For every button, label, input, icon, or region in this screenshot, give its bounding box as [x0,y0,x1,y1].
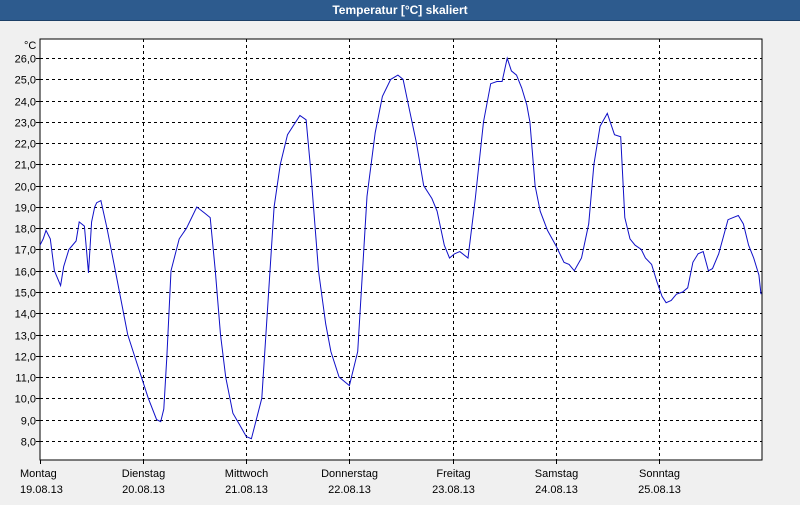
x-tick-day-label: Donnerstag [321,468,378,480]
y-tick-label: 17,0 [15,245,36,257]
x-tick-date-label: 19.08.13 [20,484,63,496]
y-axis-unit-label: °C [24,40,36,52]
y-tick-label: 15,0 [15,288,36,300]
x-tick-day-label: Dienstag [122,468,165,480]
x-tick-day-label: Montag [20,468,57,480]
y-tick-label: 13,0 [15,331,36,343]
chart-title-bar: Temperatur [°C] skaliert [0,0,800,21]
y-tick-label: 25,0 [15,75,36,87]
chart-area: 8,0 9,0 10,0 11,0 12,0 13,0 14,0 15,0 16,0 17,0 18… [0,21,800,500]
y-tick-label: 20,0 [15,182,36,194]
y-tick-label: 10,0 [15,394,36,406]
x-tick-day-label: Mittwoch [225,468,268,480]
y-tick-label: 22,0 [15,139,36,151]
y-tick-label: 12,0 [15,352,36,364]
x-tick-date-label: 25.08.13 [638,484,681,496]
x-tick-date-label: 24.08.13 [535,484,578,496]
y-tick-label: 14,0 [15,309,36,321]
y-tick-label: 16,0 [15,267,36,279]
y-tick-label: 18,0 [15,224,36,236]
x-tick-date-label: 22.08.13 [328,484,371,496]
x-tick-day-label: Sonntag [639,468,680,480]
y-tick-label: 24,0 [15,97,36,109]
x-tick-day-label: Samstag [535,468,578,480]
y-tick-label: 11,0 [15,373,36,385]
y-tick-label: 26,0 [15,54,36,66]
y-tick-label: 19,0 [15,203,36,215]
y-tick-label: 21,0 [15,160,36,172]
temperature-line-chart: 8,0 9,0 10,0 11,0 12,0 13,0 14,0 15,0 16,0 17,0 18… [15,38,763,496]
chart-title: Temperatur [°C] skaliert [332,3,468,17]
x-tick-date-label: 20.08.13 [122,484,165,496]
x-tick-date-label: 23.08.13 [432,484,475,496]
y-tick-label: 23,0 [15,118,36,130]
x-tick-date-label: 21.08.13 [225,484,268,496]
y-tick-label: 9,0 [21,416,36,428]
y-tick-label: 8,0 [21,437,36,449]
x-tick-day-label: Freitag [436,468,470,480]
